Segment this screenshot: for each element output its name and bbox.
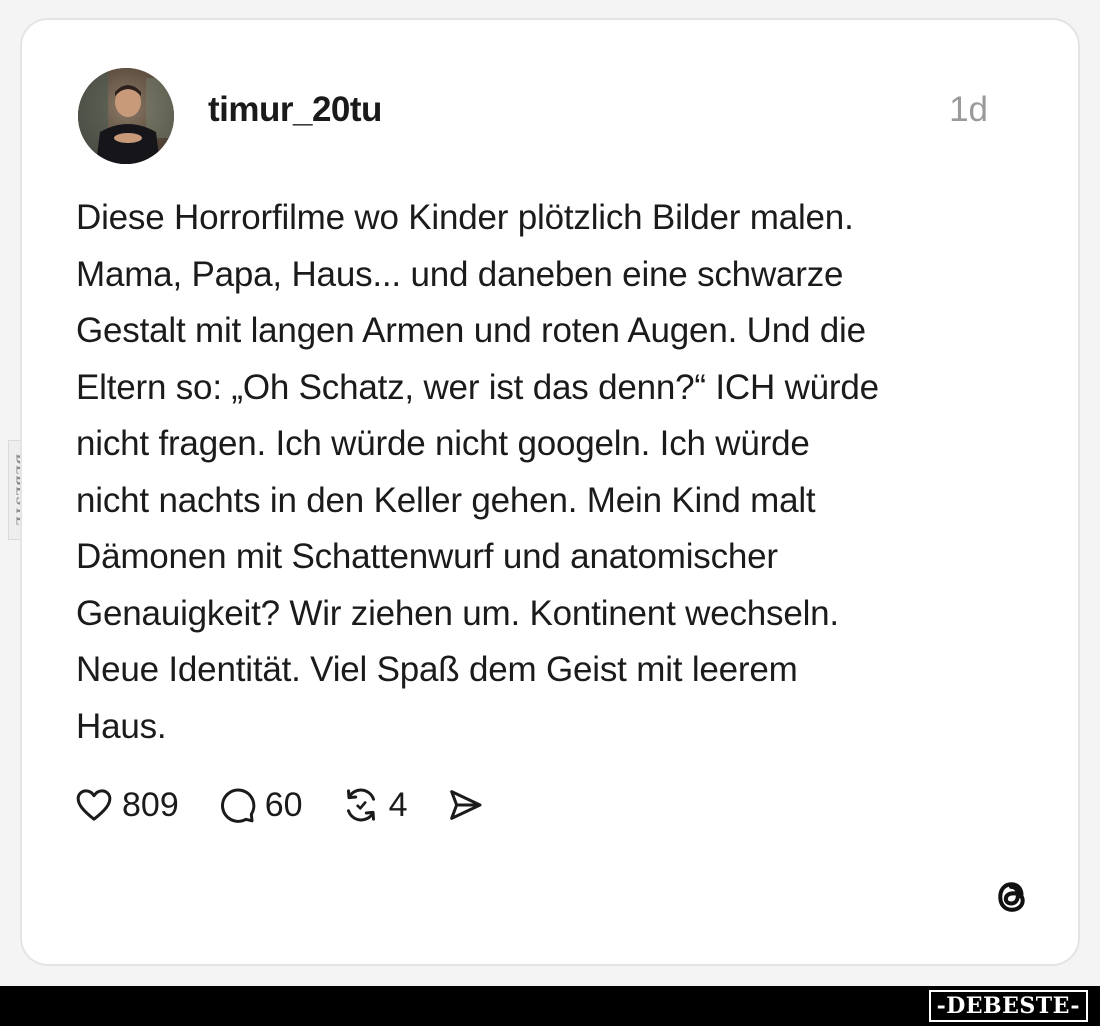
heart-icon xyxy=(76,789,112,821)
post-time: 1d xyxy=(949,90,988,129)
repost-count: 4 xyxy=(388,785,408,824)
bottom-bar: -DEBESTE- xyxy=(0,986,1100,1026)
page: DEBESTE xyxy=(0,0,1100,1026)
debeste-logo: -DEBESTE- xyxy=(928,990,1088,1022)
repost-icon xyxy=(346,788,375,822)
send-icon xyxy=(450,790,482,820)
threads-logo-icon xyxy=(998,882,1025,912)
post-card: timur_20tu 1d Diese Horrorfilme wo Kinde… xyxy=(20,18,1080,966)
comment-bubble-icon xyxy=(220,788,256,823)
repost-button[interactable]: 4 xyxy=(341,785,408,825)
action-bar: 809 60 4 xyxy=(74,780,523,830)
post-text: Diese Horrorfilme wo Kinder plötzlich Bi… xyxy=(76,198,879,746)
like-button[interactable]: 809 xyxy=(74,785,179,825)
comment-count: 60 xyxy=(264,785,303,824)
like-count: 809 xyxy=(122,785,179,824)
avatar-image xyxy=(78,68,174,164)
username[interactable]: timur_20tu xyxy=(208,90,382,130)
share-button[interactable] xyxy=(445,785,485,825)
avatar[interactable] xyxy=(78,68,174,164)
comment-button[interactable]: 60 xyxy=(217,785,303,825)
post-header: timur_20tu 1d xyxy=(78,68,988,164)
